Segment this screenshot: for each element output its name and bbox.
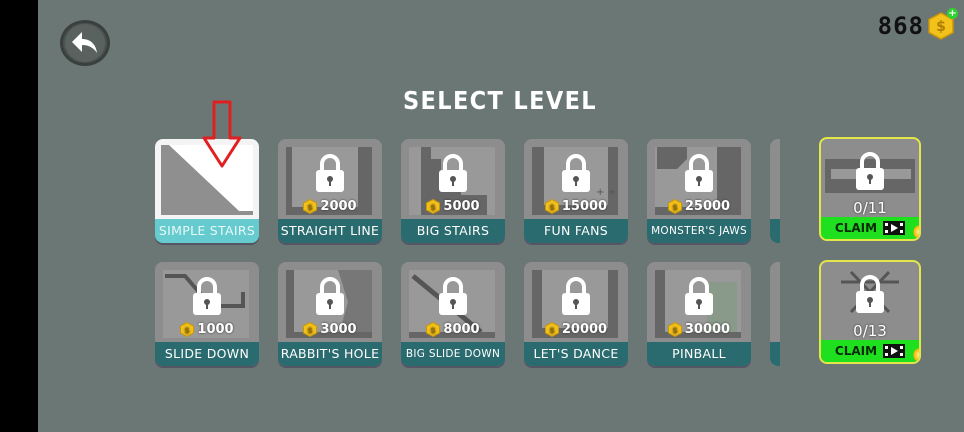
level-card-peek[interactable] (770, 139, 780, 243)
svg-text:$: $ (308, 326, 314, 335)
page-title: SELECT LEVEL (402, 86, 598, 115)
bonus-card-1[interactable]: 0/11 CLAIM (819, 137, 921, 241)
claim-button[interactable]: CLAIM (821, 217, 919, 239)
svg-text:$: $ (672, 203, 678, 212)
level-name: STRAIGHT LINE (278, 219, 382, 243)
coin-count: 868 (877, 12, 924, 40)
lock-icon (316, 154, 344, 192)
level-name: SLIDE DOWN (155, 342, 259, 366)
lock-icon (685, 154, 713, 192)
bonus-card-2[interactable]: 0/13 CLAIM (819, 260, 921, 364)
svg-text:$: $ (549, 326, 555, 335)
level-card-rabbits-hole[interactable]: $3000 RABBIT'S HOLE (278, 262, 382, 366)
level-name: LET'S DANCE (524, 342, 628, 366)
level-price: $25000 (647, 199, 751, 214)
lock-icon (439, 277, 467, 315)
coin-icon: $ (180, 322, 195, 337)
level-card-big-slide-down[interactable]: $8000 BIG SLIDE DOWN (401, 262, 505, 366)
sparkle-icon (913, 225, 919, 239)
lock-icon (193, 277, 221, 315)
back-button[interactable] (60, 20, 110, 66)
level-price: $5000 (401, 199, 505, 214)
lock-icon (439, 154, 467, 192)
level-price: $30000 (647, 322, 751, 337)
lock-icon (562, 154, 590, 192)
svg-text:$: $ (431, 326, 437, 335)
svg-text:$: $ (936, 19, 946, 35)
svg-text:$: $ (672, 326, 678, 335)
level-card-lets-dance[interactable]: $20000 LET'S DANCE (524, 262, 628, 366)
back-arrow-icon (72, 32, 97, 53)
level-name: BIG STAIRS (401, 219, 505, 243)
level-name: SIMPLE STAIRS (155, 219, 259, 243)
level-card-pinball[interactable]: $30000 PINBALL (647, 262, 751, 366)
level-card-big-stairs[interactable]: $5000 BIG STAIRS (401, 139, 505, 243)
level-price: $8000 (401, 322, 505, 337)
lock-icon (562, 277, 590, 315)
svg-text:+ +: + + (596, 187, 616, 198)
coin-icon: $ (544, 322, 559, 337)
level-card-straight-line[interactable]: $2000 STRAIGHT LINE (278, 139, 382, 243)
lock-icon (856, 152, 884, 190)
bonus-progress: 0/13 (853, 322, 887, 340)
coin-icon: $ (303, 199, 318, 214)
level-card-slide-down[interactable]: $1000 SLIDE DOWN (155, 262, 259, 366)
level-name: RABBIT'S HOLE (278, 342, 382, 366)
plus-icon[interactable]: + (947, 8, 958, 19)
level-price: $3000 (278, 322, 382, 337)
bonus-progress: 0/11 (853, 199, 887, 217)
level-card-monsters-jaws[interactable]: $25000 MONSTER'S JAWS (647, 139, 751, 243)
level-name: MONSTER'S JAWS (647, 219, 751, 243)
level-name: BIG SLIDE DOWN (401, 342, 505, 366)
level-name: PINBALL (647, 342, 751, 366)
coin-icon: $ (303, 322, 318, 337)
level-price: $15000 (524, 199, 628, 214)
level-card-peek[interactable] (770, 262, 780, 366)
coin-icon: $ (426, 199, 441, 214)
coin-icon: $ + (928, 8, 958, 40)
level-card-fun-fans[interactable]: + + $15000 FUN FANS (524, 139, 628, 243)
film-icon (883, 221, 906, 235)
lock-icon (856, 275, 884, 313)
sparkle-icon (913, 348, 919, 362)
lock-icon (316, 277, 344, 315)
left-black-bar (0, 0, 38, 432)
coin-icon: $ (667, 322, 682, 337)
claim-button[interactable]: CLAIM (821, 340, 919, 362)
red-arrow-icon (202, 100, 242, 168)
coin-icon: $ (544, 199, 559, 214)
coin-icon: $ (426, 322, 441, 337)
svg-text:$: $ (185, 326, 191, 335)
svg-text:$: $ (308, 203, 314, 212)
level-name: FUN FANS (524, 219, 628, 243)
level-price: $1000 (155, 322, 259, 337)
lock-icon (685, 277, 713, 315)
film-icon (883, 344, 906, 358)
level-price: $2000 (278, 199, 382, 214)
svg-text:$: $ (431, 203, 437, 212)
coin-icon: $ (667, 199, 682, 214)
svg-text:$: $ (549, 203, 555, 212)
level-price: $20000 (524, 322, 628, 337)
coin-counter[interactable]: 868 $ + (877, 8, 958, 40)
